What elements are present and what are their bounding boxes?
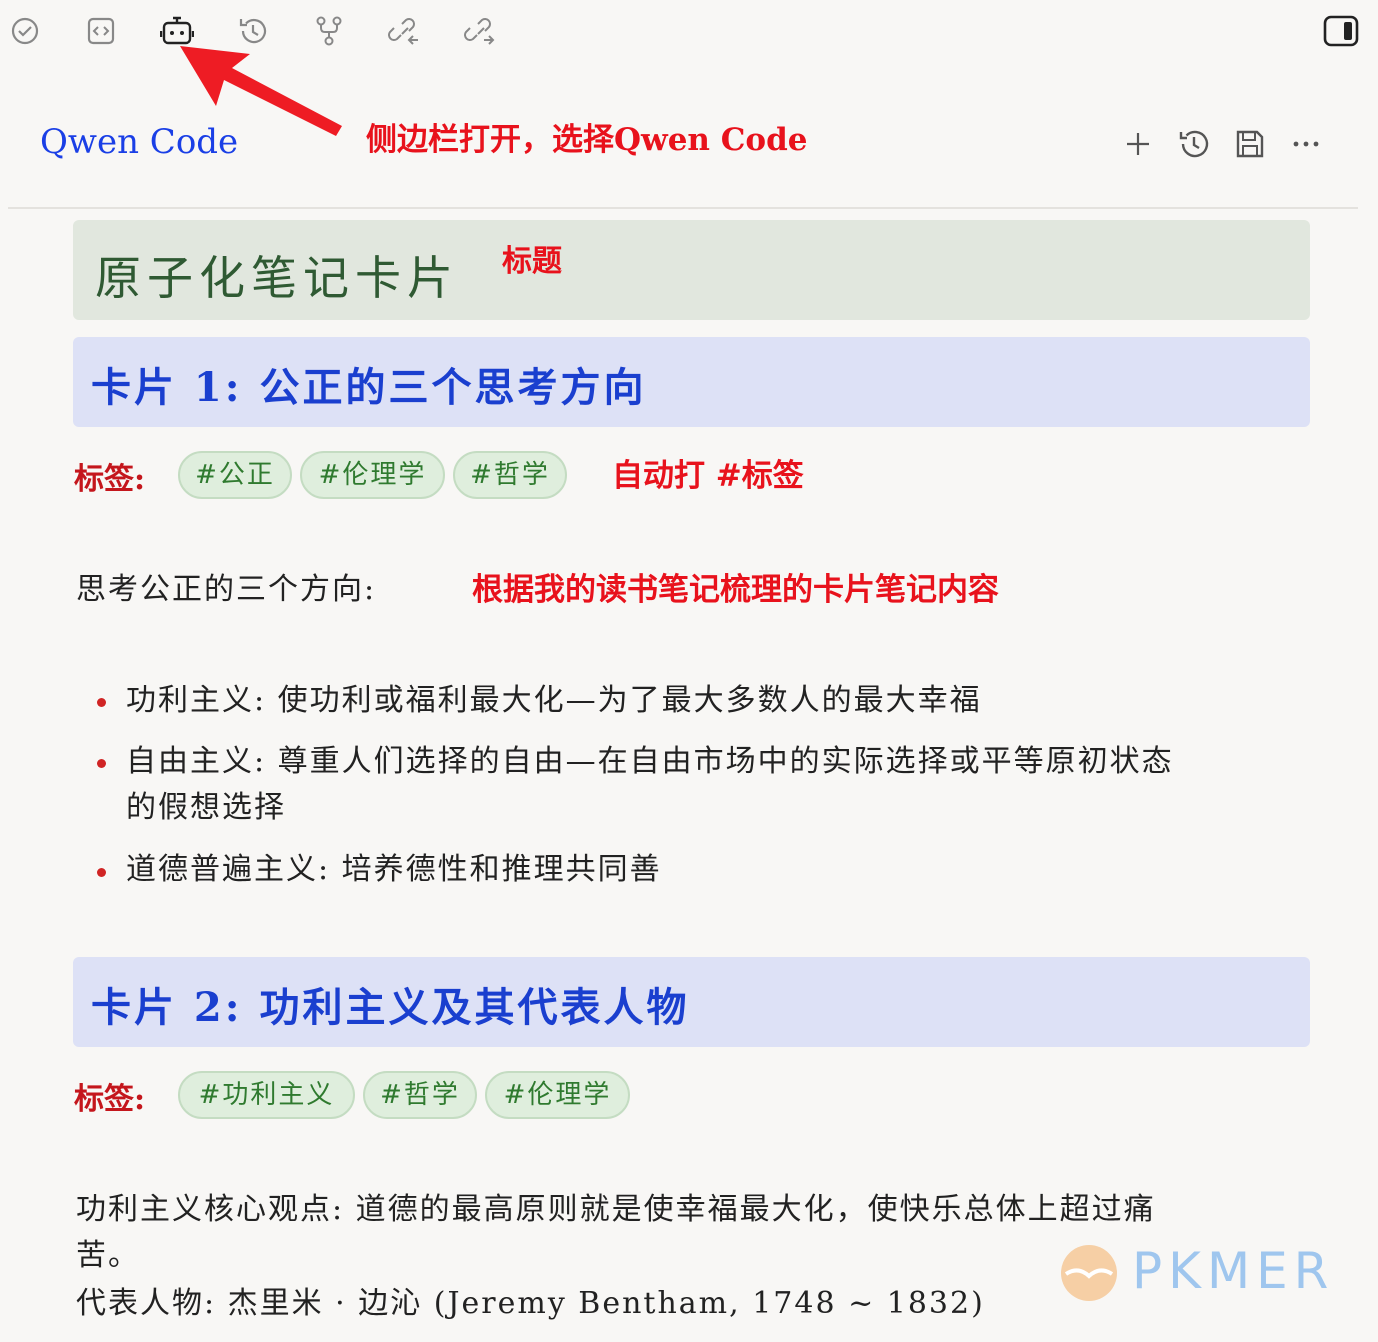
link-forward-icon[interactable] — [464, 14, 498, 48]
tag-gongli-zhuyi[interactable]: #功利主义 — [178, 1071, 355, 1119]
bullet-marker — [97, 868, 106, 877]
note-title-box: 原子化笔记卡片 — [73, 220, 1310, 320]
tag-zhexue[interactable]: #哲学 — [363, 1071, 477, 1119]
link-back-icon[interactable] — [388, 14, 422, 48]
card1-heading: 卡片 1: 公正的三个思考方向 — [91, 364, 647, 411]
card2-heading-box: 卡片 2: 功利主义及其代表人物 — [73, 957, 1310, 1047]
list-item: 道德普遍主义: 培养德性和推理共同善 — [126, 852, 662, 887]
sidebar-toggle-icon[interactable] — [1322, 14, 1360, 48]
tag-gongzheng[interactable]: #公正 — [178, 451, 292, 499]
panel-title: Qwen Code — [40, 122, 239, 162]
card2-paragraph-line3: 代表人物: 杰里米 · 边沁 (Jeremy Bentham, 1748 ~ 1… — [76, 1286, 985, 1321]
watermark-text: PKMER — [1132, 1242, 1335, 1300]
card1-intro: 思考公正的三个方向: — [76, 572, 377, 607]
list-item: 功利主义: 使功利或福利最大化—为了最大多数人的最大幸福 — [126, 683, 982, 718]
list-item-continuation: 的假想选择 — [126, 790, 286, 825]
note-title: 原子化笔记卡片 — [95, 251, 459, 305]
card2-heading: 卡片 2: 功利主义及其代表人物 — [91, 984, 690, 1031]
card1-heading-box: 卡片 1: 公正的三个思考方向 — [73, 337, 1310, 427]
card1-tag-label: 标签: — [74, 462, 146, 497]
bullet-marker — [97, 698, 106, 707]
annotation-tags: 自动打 #标签 — [612, 458, 804, 494]
plus-icon[interactable] — [1118, 124, 1158, 164]
history-icon[interactable] — [1174, 124, 1214, 164]
tag-lunlixue[interactable]: #伦理学 — [485, 1071, 630, 1119]
tag-zhexue[interactable]: #哲学 — [453, 451, 567, 499]
list-item: 自由主义: 尊重人们选择的自由—在自由市场中的实际选择或平等原初状态 — [126, 744, 1174, 779]
bullet-marker — [97, 759, 106, 768]
code-icon[interactable] — [84, 14, 118, 48]
annotation-title: 标题 — [502, 244, 562, 279]
tag-lunlixue[interactable]: #伦理学 — [300, 451, 445, 499]
card2-paragraph-line2: 苦。 — [76, 1238, 140, 1273]
annotation-content: 根据我的读书笔记梳理的卡片笔记内容 — [472, 572, 999, 608]
card2-paragraph-line1: 功利主义核心观点: 道德的最高原则就是使幸福最大化，使快乐总体上超过痛 — [76, 1192, 1156, 1227]
check-circle-icon[interactable] — [8, 14, 42, 48]
panel-actions — [1118, 124, 1338, 164]
save-icon[interactable] — [1230, 124, 1270, 164]
pkmer-logo-icon — [1061, 1245, 1117, 1301]
pkmer-watermark: PKMER — [1052, 1236, 1352, 1308]
annotation-sidebar: 侧边栏打开，选择Qwen Code — [366, 122, 808, 158]
card2-tag-label: 标签: — [74, 1082, 146, 1117]
more-icon[interactable] — [1286, 124, 1326, 164]
header-divider — [8, 207, 1358, 209]
